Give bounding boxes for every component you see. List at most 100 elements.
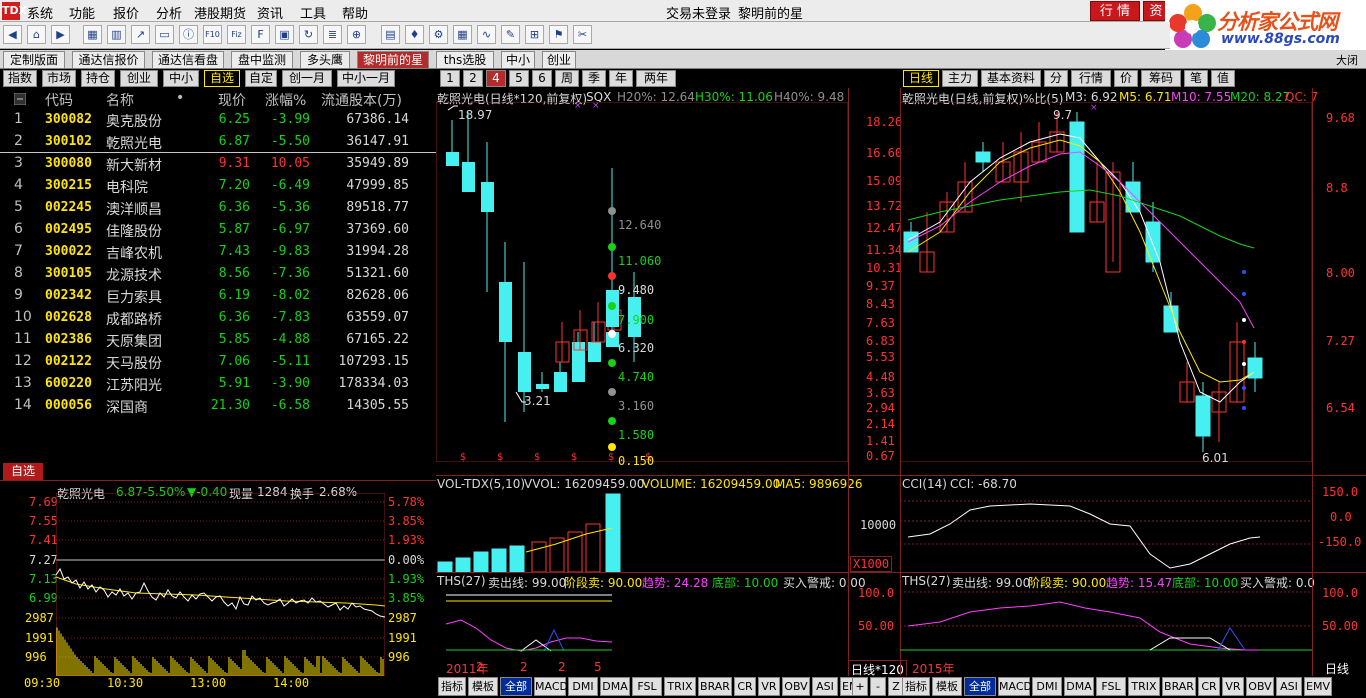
header-change[interactable]: 涨幅% (265, 90, 306, 110)
candle-icon[interactable]: ♦ (405, 25, 424, 44)
tab-market[interactable]: 市场 (42, 70, 76, 87)
header-price[interactable]: 现价 (218, 90, 246, 110)
indicator-tab-plus[interactable]: + (852, 677, 868, 696)
tab-price[interactable]: 价 (1114, 70, 1138, 87)
indicator-tab-right-dma[interactable]: DMA (1064, 677, 1094, 696)
tab-intraday-monitor[interactable]: 盘中监测 (231, 51, 293, 68)
tab-value[interactable]: 值 (1211, 70, 1235, 87)
indicator-tab-obv[interactable]: OBV (782, 677, 810, 696)
table-row[interactable]: 12 002122 天马股份 7.06 -5.11 107293.15 (0, 351, 436, 373)
tab-watchlist[interactable]: 自选 (204, 70, 240, 87)
flag-icon[interactable]: ⚑ (549, 25, 568, 44)
tab-chips[interactable]: 筹码 (1141, 70, 1181, 87)
indicator-tab-right-模板[interactable]: 模板 (932, 677, 962, 696)
pen-icon[interactable]: ✎ (501, 25, 520, 44)
tab-minute[interactable]: 分 (1044, 70, 1068, 87)
rotate-icon[interactable]: ↻ (299, 25, 318, 44)
indicator-tab-right-obv[interactable]: OBV (1246, 677, 1274, 696)
indicator-tab-right-trix[interactable]: TRIX (1128, 677, 1160, 696)
menu-item-analysis[interactable]: 分析 (156, 3, 182, 22)
tab-period-5[interactable]: 5 (509, 70, 529, 87)
tab-tdx-quote[interactable]: 通达信报价 (72, 51, 145, 68)
tab-daily[interactable]: 日线 (903, 70, 939, 87)
menu-item-hk-futures[interactable]: 港股期货 (194, 3, 246, 22)
line-icon[interactable]: ∿ (477, 25, 496, 44)
tab-quotes[interactable]: 行情 (1071, 70, 1111, 87)
indicator-tab-right-指标[interactable]: 指标 (902, 677, 930, 696)
tab-chinext-list[interactable]: 创业 (120, 70, 158, 87)
menu-item-function[interactable]: 功能 (69, 3, 95, 22)
menu-item-quote[interactable]: 报价 (113, 3, 139, 22)
indicator-tab-dma[interactable]: DMA (600, 677, 630, 696)
tab-sme-month[interactable]: 中小一月 (337, 70, 395, 87)
tab-dawn-star[interactable]: 黎明前的星 (357, 51, 429, 68)
indicator-tab-minus[interactable]: - (870, 677, 886, 696)
indicator-tab-全部[interactable]: 全部 (500, 677, 532, 696)
indicator-tab-macd[interactable]: MACD (534, 677, 568, 696)
layout-icon[interactable]: ▣ (275, 25, 294, 44)
tab-tdx-watch[interactable]: 通达信看盘 (152, 51, 224, 68)
tab-bull-eagle[interactable]: 多头鹰 (300, 51, 350, 68)
table-row[interactable]: 5 002245 澳洋顺昌 6.36 -5.36 89518.77 (0, 197, 436, 219)
tab-chinext-month[interactable]: 创一月 (282, 70, 332, 87)
back-icon[interactable]: ◀ (3, 25, 22, 44)
tab-sme-list[interactable]: 中小 (163, 70, 199, 87)
indicator-tab-cr[interactable]: CR (734, 677, 756, 696)
tab-period-6[interactable]: 6 (532, 70, 552, 87)
tab-period-year[interactable]: 年 (609, 70, 633, 87)
table-row[interactable]: 11 002386 天原集团 5.85 -4.88 67165.22 (0, 329, 436, 351)
indicator-tab-asi[interactable]: ASI (812, 677, 838, 696)
indicator-tab-fsl[interactable]: FSL (632, 677, 662, 696)
indicator-tab-指标[interactable]: 指标 (438, 677, 466, 696)
f10b-icon[interactable]: F (251, 25, 270, 44)
tab-ths-picker[interactable]: ths选股 (436, 51, 494, 68)
grid-icon[interactable]: ▦ (83, 25, 102, 44)
indicator-tab-trix[interactable]: TRIX (664, 677, 696, 696)
f10-icon[interactable]: F10 (203, 25, 222, 44)
table-row[interactable]: 8 300105 龙源技术 8.56 -7.36 51321.60 (0, 263, 436, 285)
watchlist-tag[interactable]: 自选 (3, 463, 43, 480)
indicator-tab-right-vr[interactable]: VR (1222, 677, 1244, 696)
header-shares[interactable]: 流通股本(万) (321, 90, 402, 110)
tab-custom[interactable]: 自定 (245, 70, 277, 87)
table-row[interactable]: 10 002628 成都路桥 6.36 -7.83 63559.07 (0, 307, 436, 329)
indicator-tab-vr[interactable]: VR (758, 677, 780, 696)
tab-period-week[interactable]: 周 (555, 70, 579, 87)
info-icon[interactable]: ⓘ (179, 25, 198, 44)
tab-period-two-year[interactable]: 两年 (636, 70, 676, 87)
indicator-tab-right-emv[interactable]: EMV (1304, 677, 1332, 696)
multi-icon[interactable]: ⊞ (525, 25, 544, 44)
table-row[interactable]: 1 300082 奥克股份 6.25 -3.99 67386.14 (0, 109, 436, 131)
tab-holdings[interactable]: 持仓 (81, 70, 115, 87)
indicator-tab-right-brar[interactable]: BRAR (1162, 677, 1196, 696)
indicator-tab-right-macd[interactable]: MACD (998, 677, 1032, 696)
menu-item-news[interactable]: 资讯 (257, 3, 283, 22)
indicator-tab-right-dmi[interactable]: DMI (1032, 677, 1062, 696)
kline-icon[interactable]: ▥ (107, 25, 126, 44)
indicator-tab-dmi[interactable]: DMI (568, 677, 598, 696)
tab-period-4[interactable]: 4 (486, 70, 506, 87)
header-name[interactable]: 名称 (106, 90, 134, 110)
tab-fundamentals[interactable]: 基本资料 (981, 70, 1041, 87)
gear-icon[interactable]: ⚙ (429, 25, 448, 44)
tool-icon[interactable]: ✂ (573, 25, 592, 44)
menu-item-help[interactable]: 帮助 (342, 3, 368, 22)
table-row[interactable]: 9 002342 巨力索具 6.19 -8.02 82628.06 (0, 285, 436, 307)
header-code[interactable]: 代码 (45, 90, 73, 110)
table-row[interactable]: 4 300215 电科院 7.20 -6.49 47999.85 (0, 175, 436, 197)
tab-custom-layout[interactable]: 定制版面 (3, 51, 65, 68)
bars-icon[interactable]: ▤ (381, 25, 400, 44)
fiz-icon[interactable]: Fiz (227, 25, 246, 44)
table-row[interactable]: 6 002495 佳隆股份 5.87 -6.97 37369.60 (0, 219, 436, 241)
home-icon[interactable]: ⌂ (27, 25, 46, 44)
window-icon[interactable]: ▭ (155, 25, 174, 44)
table-row[interactable]: 2 300102 乾照光电 6.87 -5.50 36147.91 (0, 131, 436, 153)
menu-item-system[interactable]: 系统 (27, 3, 53, 22)
tab-chinext[interactable]: 创业 (542, 51, 576, 68)
tab-stroke[interactable]: 笔 (1184, 70, 1208, 87)
table-row[interactable]: 7 300022 吉峰农机 7.43 -9.83 31994.28 (0, 241, 436, 263)
tab-index[interactable]: 指数 (3, 70, 37, 87)
tab-period-2[interactable]: 2 (463, 70, 483, 87)
report-icon[interactable]: ≣ (323, 25, 342, 44)
indicator-tab-right-fsl[interactable]: FSL (1096, 677, 1126, 696)
